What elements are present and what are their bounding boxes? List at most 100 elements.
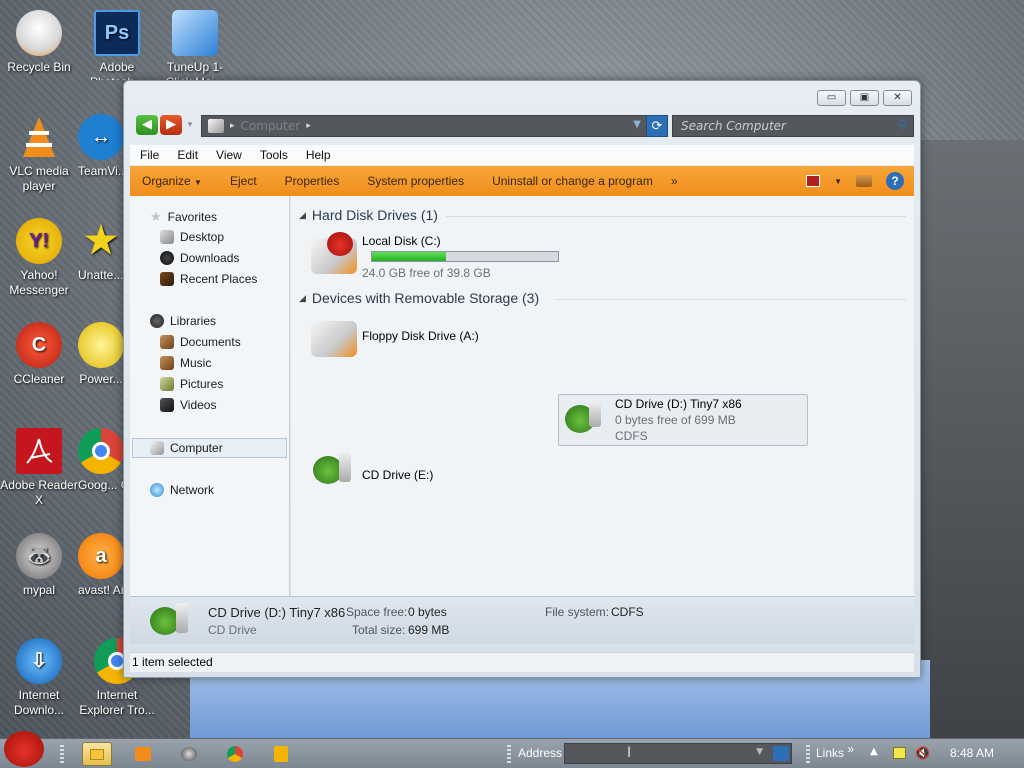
taskbar-clock[interactable]: 8:48 AM xyxy=(950,746,994,760)
group-removable-storage[interactable]: ◢ Devices with Removable Storage (3) xyxy=(299,290,539,306)
organize-button[interactable]: Organize ▼ xyxy=(130,174,216,188)
drive-c-tile[interactable]: Local Disk (C:) 24.0 GB free of 39.8 GB xyxy=(301,196,561,280)
desktop-icon-avast[interactable]: a avast! Antiv... xyxy=(78,533,124,598)
menu-view[interactable]: View xyxy=(206,148,250,162)
close-button[interactable]: ✕ xyxy=(883,90,912,106)
desktop-icon-label: TuneUp 1-Click Mai... xyxy=(166,60,225,80)
google-chrome-icon xyxy=(78,428,124,474)
desktop-icon-label: Adobe Photosh... xyxy=(90,60,144,80)
nav-network[interactable]: Network xyxy=(150,483,214,497)
start-button[interactable] xyxy=(4,731,44,767)
system-properties-button[interactable]: System properties xyxy=(353,174,478,188)
nav-computer[interactable]: Computer xyxy=(150,441,223,455)
nav-recent-places[interactable]: Recent Places xyxy=(160,272,257,286)
nav-favorites[interactable]: ★ Favorites xyxy=(150,209,217,225)
taskbar-chrome-button[interactable] xyxy=(220,742,250,766)
desktop-icon-adobe-reader[interactable]: Adobe Reader X xyxy=(0,428,78,508)
nav-libraries[interactable]: Libraries xyxy=(150,314,216,328)
desktop-icon-idm[interactable]: ⇩ Internet Downlo... xyxy=(0,638,78,718)
command-bar: Organize ▼ Eject Properties System prope… xyxy=(130,166,914,196)
taskbar-explorer-button[interactable] xyxy=(82,742,112,766)
uninstall-program-button[interactable]: Uninstall or change a program xyxy=(478,174,667,188)
recent-pages-dropdown[interactable]: ▾ xyxy=(184,115,196,135)
network-icon xyxy=(150,483,164,497)
taskbar: Address I ▼ Links » ▲ 🔇 8:48 AM xyxy=(0,731,1024,768)
details-pane: CD Drive (D:) Tiny7 x86 CD Drive Space f… xyxy=(130,596,914,644)
taskbar-links[interactable]: Links » xyxy=(816,742,854,760)
desktop-icon-mypal[interactable]: 🦝 mypal xyxy=(0,533,78,598)
taskbar-address-input[interactable]: I ▼ xyxy=(564,743,792,764)
go-icon[interactable] xyxy=(773,746,789,761)
nav-label: Computer xyxy=(170,441,223,455)
search-input[interactable]: Search Computer ⚲ xyxy=(672,115,914,137)
breadcrumb-separator[interactable]: ▸ xyxy=(306,121,311,131)
taskbar-mypal-button[interactable] xyxy=(174,742,204,766)
address-dropdown-icon[interactable]: ▼ xyxy=(756,747,763,757)
tray-app-icon[interactable] xyxy=(893,747,906,759)
nav-desktop[interactable]: Desktop xyxy=(160,230,224,244)
menu-edit[interactable]: Edit xyxy=(167,148,206,162)
desktop-icon-teamviewer[interactable]: ↔ TeamVi... xyxy=(78,114,124,179)
desktop-icon-chrome[interactable]: Goog... Chro... xyxy=(78,428,124,493)
more-commands-button[interactable]: » xyxy=(667,174,692,188)
drive-name: Local Disk (C:) xyxy=(362,234,441,248)
drive-a-tile[interactable]: Floppy Disk Drive (A:) xyxy=(301,311,551,361)
pictures-icon xyxy=(160,377,174,391)
desktop-icon-yahoo[interactable]: Y! Yahoo! Messenger xyxy=(0,218,78,298)
app-icon xyxy=(274,746,288,762)
nav-pictures[interactable]: Pictures xyxy=(160,377,223,391)
taskbar-app-button[interactable] xyxy=(266,742,296,766)
minimize-button[interactable]: ▭ xyxy=(817,90,846,106)
refresh-icon[interactable]: ⟳ xyxy=(646,115,668,137)
desktop-icon-label: Internet Downlo... xyxy=(13,688,65,717)
tuneup-icon xyxy=(172,10,218,56)
menu-file[interactable]: File xyxy=(130,148,167,162)
nav-downloads[interactable]: Downloads xyxy=(160,251,239,265)
volume-muted-icon[interactable]: 🔇 xyxy=(915,746,930,760)
desktop-icon-power[interactable]: Power... xyxy=(78,322,124,387)
desktop-icon-unattended[interactable]: ★ Unatte... Soft... xyxy=(78,218,124,283)
tray-show-hidden-icon[interactable]: ▲ xyxy=(870,746,878,757)
chevron-down-icon: ▼ xyxy=(194,178,202,187)
help-icon[interactable]: ? xyxy=(886,172,904,190)
search-icon[interactable]: ⚲ xyxy=(897,116,907,136)
desktop-icon-label: Adobe Reader X xyxy=(0,478,78,507)
desktop-icon-label: Internet Explorer Tro... xyxy=(79,688,155,717)
menu-tools[interactable]: Tools xyxy=(250,148,296,162)
yahoo-messenger-icon: Y! xyxy=(16,218,62,264)
preview-pane-icon[interactable] xyxy=(856,175,872,187)
drive-name: Floppy Disk Drive (A:) xyxy=(362,329,479,343)
nav-music[interactable]: Music xyxy=(160,356,211,370)
desktop-icon-label: Yahoo! Messenger xyxy=(9,268,69,297)
taskbar-address-label: Address xyxy=(518,746,563,760)
nav-documents[interactable]: Documents xyxy=(160,335,241,349)
properties-button[interactable]: Properties xyxy=(271,174,354,188)
eject-button[interactable]: Eject xyxy=(216,174,271,188)
menu-help[interactable]: Help xyxy=(296,148,339,162)
desktop-icon-ccleaner[interactable]: C CCleaner xyxy=(0,322,78,387)
drive-e-tile[interactable]: CD Drive (E:) xyxy=(301,446,551,496)
taskbar-media-button[interactable] xyxy=(128,742,158,766)
teamviewer-icon: ↔ xyxy=(78,114,124,160)
breadcrumb-separator: ▸ xyxy=(230,121,235,131)
breadcrumb-computer[interactable]: Computer xyxy=(241,119,301,133)
drive-usage-fill xyxy=(372,252,447,261)
back-button[interactable]: ◀ xyxy=(136,115,158,135)
address-dropdown-icon[interactable]: ▼ xyxy=(633,119,641,130)
maximize-button[interactable]: ▣ xyxy=(850,90,879,106)
address-bar[interactable]: ▸ Computer ▸ ▼ ⟳ xyxy=(201,115,668,137)
desktop-icon-photoshop[interactable]: Ps Adobe Photosh... xyxy=(78,10,156,80)
desktop-icon-vlc[interactable]: VLC media player xyxy=(0,114,78,194)
group-divider xyxy=(555,299,906,300)
desktop-icon-recycle-bin[interactable]: Recycle Bin xyxy=(0,10,78,75)
forward-button[interactable]: ▶ xyxy=(160,115,182,135)
star-icon: ★ xyxy=(83,219,119,262)
desktop-icon-tuneup[interactable]: TuneUp 1-Click Mai... xyxy=(156,10,234,80)
nav-videos[interactable]: Videos xyxy=(160,398,216,412)
drive-d-tile[interactable]: CD Drive (D:) Tiny7 x86 0 bytes free of … xyxy=(558,394,808,446)
view-options-dropdown-icon[interactable]: ▼ xyxy=(834,177,842,186)
drive-name: CD Drive (E:) xyxy=(362,468,434,482)
file-system-value: CDFS xyxy=(611,605,644,619)
change-view-icon[interactable] xyxy=(806,175,821,187)
navigation-pane: ★ Favorites Desktop Downloads Recent Pla… xyxy=(130,196,290,596)
